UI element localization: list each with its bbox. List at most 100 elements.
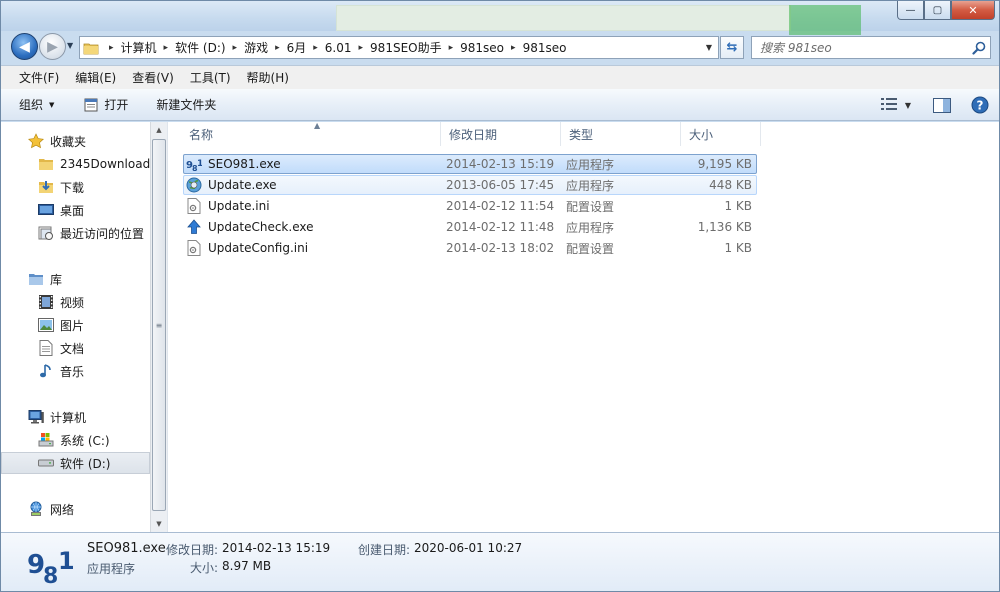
music-note-icon [38,363,54,379]
view-list-icon [880,97,897,113]
back-button[interactable]: ◀ [11,33,38,60]
svg-text:8: 8 [43,564,58,585]
change-view-button[interactable]: ▼ [880,97,911,113]
navigation-scrollbar[interactable]: ▲ ≡ ▼ [150,122,167,532]
breadcrumb-separator[interactable]: ▸ [157,43,176,53]
sidebar-item-2345downloads[interactable]: 2345Downloads [1,153,150,175]
breadcrumb-separator[interactable]: ▸ [226,43,245,53]
forward-button[interactable]: ▶ [39,33,66,60]
view-controls: ▼ ? [880,89,989,121]
command-bar: 组织 ▼ 打开 新建文件夹 ▼ ? [1,89,999,121]
sidebar-item-drive-d[interactable]: 软件 (D:) [1,452,150,474]
details-created-value: 2020-06-01 10:27 [414,541,523,555]
breadcrumb-601[interactable]: 6.01 [325,37,352,58]
sidebar-network[interactable]: 网络 [1,498,150,520]
breadcrumb-separator[interactable]: ▸ [504,43,523,53]
breadcrumb-separator[interactable]: ▸ [442,43,461,53]
scroll-down-icon[interactable]: ▼ [151,516,167,532]
config-file-icon [186,198,202,214]
sidebar-item-downloads[interactable]: 下载 [1,176,150,198]
menu-edit[interactable]: 编辑(E) [67,69,124,86]
minimize-button[interactable]: — [897,1,924,20]
address-row: ◀ ▶ ▼ ▸ 计算机 ▸ 软件 (D:) ▸ 游戏 ▸ 6月 ▸ 6.01 ▸… [1,31,999,64]
preview-pane-button[interactable] [933,97,951,113]
scroll-up-icon[interactable]: ▲ [151,122,167,138]
breadcrumb-computer[interactable]: 计算机 [121,37,157,58]
sidebar-item-recent-places[interactable]: 最近访问的位置 [1,222,150,244]
star-icon [28,133,44,149]
config-file-icon [186,240,202,256]
sidebar-item-label: 最近访问的位置 [60,226,145,241]
seo981-app-icon: 981 [27,541,73,585]
organize-button[interactable]: 组织 ▼ [1,89,62,120]
refresh-icon: ⇆ [726,40,738,55]
details-modified-value: 2014-02-13 15:19 [222,541,331,555]
breadcrumb-981seo[interactable]: 981seo [460,37,504,58]
new-folder-button[interactable]: 新建文件夹 [136,89,224,120]
open-button[interactable]: 打开 [62,89,136,120]
breadcrumb-games[interactable]: 游戏 [244,37,268,58]
chevron-down-icon[interactable]: ▼ [905,101,911,110]
scroll-thumb[interactable]: ≡ [152,139,166,511]
file-name: UpdateConfig.ini [208,241,309,255]
column-header-name[interactable]: 名称 ▲ [181,121,441,146]
menu-help[interactable]: 帮助(H) [239,69,297,86]
search-icon[interactable] [968,41,990,55]
maximize-button[interactable]: ▢ [924,1,951,20]
close-button[interactable]: ✕ [951,1,995,20]
title-bar[interactable]: — ▢ ✕ [1,1,999,35]
breadcrumb-981seo-current[interactable]: 981seo [523,37,567,58]
sidebar-item-music[interactable]: 音乐 [1,360,150,382]
sidebar-item-pictures[interactable]: 图片 [1,314,150,336]
breadcrumb-separator[interactable]: ▸ [102,43,121,53]
column-header-date[interactable]: 修改日期 [441,122,561,146]
table-row[interactable]: Update.exe 2013-06-05 17:45 应用程序 448 KB [183,175,757,195]
search-box[interactable] [751,36,991,59]
sidebar-item-desktop[interactable]: 桌面 [1,199,150,221]
breadcrumb-june[interactable]: 6月 [287,37,307,58]
search-input[interactable] [752,40,968,55]
recent-pages-dropdown[interactable]: ▼ [67,41,73,50]
library-icon [28,271,44,287]
column-header-type[interactable]: 类型 [561,122,681,146]
file-date: 2013-06-05 17:45 [446,178,555,192]
sidebar-computer[interactable]: 计算机 [1,406,150,428]
sidebar-item-label: 音乐 [60,364,85,379]
details-modified-label: 修改日期: [166,543,219,557]
breadcrumb-separator[interactable]: ▸ [268,43,287,53]
breadcrumb-drive-d[interactable]: 软件 (D:) [175,37,225,58]
help-icon: ? [971,96,989,114]
sidebar-libraries[interactable]: 库 [1,268,150,290]
table-row[interactable]: Update.ini 2014-02-12 11:54 配置设置 1 KB [183,196,757,216]
help-button[interactable]: ? [971,96,989,114]
sidebar-item-videos[interactable]: 视频 [1,291,150,313]
sidebar-favorites[interactable]: 收藏夹 [1,130,150,152]
sidebar-item-drive-c[interactable]: 系统 (C:) [1,429,150,451]
breadcrumb-separator[interactable]: ▸ [352,43,371,53]
sidebar-item-label: 下载 [60,180,85,195]
seo981-app-icon: 981 [186,156,202,172]
table-row[interactable]: UpdateConfig.ini 2014-02-13 18:02 配置设置 1… [183,238,757,258]
sidebar-item-documents[interactable]: 文档 [1,337,150,359]
menu-view[interactable]: 查看(V) [124,69,182,86]
file-type: 应用程序 [566,220,615,235]
arrow-left-icon: ◀ [19,38,30,55]
blue-arrow-icon [186,219,202,235]
address-history-dropdown[interactable]: ▼ [700,37,718,58]
sidebar-computer-label: 计算机 [50,410,87,425]
table-row[interactable]: 981 SEO981.exe 2014-02-13 15:19 应用程序 9,1… [183,154,757,174]
file-name-cell: UpdateConfig.ini [186,239,436,257]
column-size-label: 大小 [689,127,714,142]
details-size-label: 大小: [190,561,219,575]
breadcrumb-981seo-helper[interactable]: 981SEO助手 [370,37,442,58]
address-bar[interactable]: ▸ 计算机 ▸ 软件 (D:) ▸ 游戏 ▸ 6月 ▸ 6.01 ▸ 981SE… [79,36,719,59]
file-date: 2014-02-13 15:19 [446,157,555,171]
menu-tools[interactable]: 工具(T) [182,69,239,86]
column-header-size[interactable]: 大小 [681,122,761,146]
refresh-button[interactable]: ⇆ [720,36,744,59]
menu-file[interactable]: 文件(F) [11,69,67,86]
table-row[interactable]: UpdateCheck.exe 2014-02-12 11:48 应用程序 1,… [183,217,757,237]
breadcrumb-separator[interactable]: ▸ [306,43,325,53]
picture-icon [38,317,54,333]
details-file-type: 应用程序 [87,562,136,576]
